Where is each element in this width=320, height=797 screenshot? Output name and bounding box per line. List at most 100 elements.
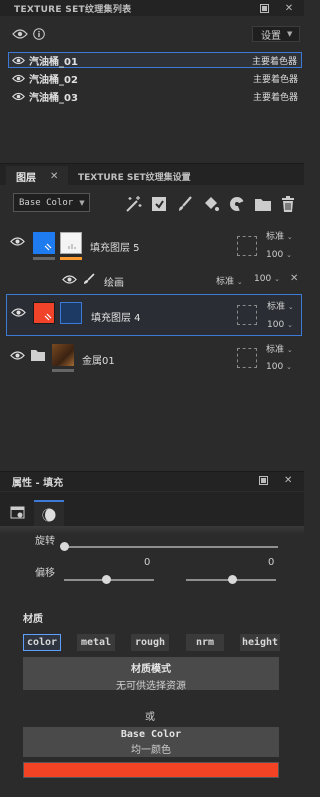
texture-set-item[interactable]: 汽油桶_03 主要着色器 [8,88,302,104]
tab-texture-set-settings[interactable]: TEXTURE SET纹理集设置 [70,166,191,186]
layer-name: 填充图层 4 [91,313,141,324]
layer-name: 填充图层 5 [90,243,140,254]
layer-thumbnail[interactable] [33,232,55,254]
settings-dropdown[interactable]: 设置 ▼ [252,26,300,42]
chevron-down-icon: ⌄ [274,275,280,283]
material-metal-label: metal [80,637,112,648]
channel-select[interactable]: Base Color ▼ [13,193,90,212]
tab-layers-label: 图层 [16,172,36,184]
fill-bucket-icon[interactable] [202,195,220,213]
texture-set-item[interactable]: 汽油桶_02 主要着色器 [8,70,302,86]
material-mode-button[interactable]: 材质模式 无可供选择资源 [23,657,279,692]
layer-row-folder[interactable]: 金属01 标准 ⌄ 100 ⌄ [0,340,304,380]
base-color-swatch[interactable] [23,762,279,778]
rotation-slider[interactable] [64,546,278,548]
base-color-sub: 均一颜色 [131,745,171,756]
offset-x-value[interactable]: 0 [144,557,150,568]
eye-icon[interactable] [10,236,25,247]
chevron-down-icon: ⌄ [287,303,294,311]
blend-mode-value: 标准 [266,345,285,355]
chevron-down-icon: ⌄ [286,363,292,371]
layer-mask-placeholder[interactable] [237,305,257,325]
eye-icon[interactable] [11,307,26,318]
texture-set-name: 汽油桶_03 [29,92,78,104]
chevron-down-icon: ⌄ [236,278,243,286]
material-color-button[interactable]: color [23,634,61,651]
float-panel-icon[interactable] [259,3,269,13]
layer-row-fill5[interactable]: 填充图层 5 标准 ⌄ 100 ⌄ [0,226,304,266]
mask-thumb-underline [60,257,82,260]
material-height-button[interactable]: height [240,634,280,651]
add-effect-icon[interactable] [124,195,142,213]
chevron-down-icon: ▼ [79,198,85,207]
blend-mode[interactable]: 标准 ⌄ [266,342,293,355]
texture-set-shader: 主要着色器 [251,56,297,67]
properties-tab-bar [0,492,304,526]
rotation-slider-knob[interactable] [60,542,69,551]
opacity[interactable]: 100 ⌄ [266,250,292,260]
add-mask-icon[interactable] [150,195,168,213]
layer-thumbnail[interactable] [52,344,74,366]
offset-y-slider-knob[interactable] [228,575,237,584]
chevron-down-icon: ▼ [287,30,293,38]
smart-material-icon[interactable] [228,195,246,213]
blend-mode-value: 标准 [216,277,235,287]
opacity-value: 100 [266,250,284,260]
layer-row-fill4[interactable]: 填充图层 4 标准 ⌄ 100 ⌄ [6,294,302,336]
blend-mode[interactable]: 标准 ⌄ [267,299,294,312]
layer-row-paint[interactable]: 绘画 标准 ⌄ 100 ⌄ ✕ [0,270,304,290]
opacity[interactable]: 100 ⌄ [254,274,280,284]
rotation-label: 旋转 [35,536,55,547]
chevron-down-icon: ⌄ [287,321,293,329]
layer-thumbnail[interactable] [33,302,55,324]
settings-dropdown-label: 设置 [261,30,281,42]
texture-set-name: 汽油桶_02 [29,74,78,86]
brush-icon [83,273,95,285]
tab-layer-settings[interactable] [10,506,26,520]
blend-mode[interactable]: 标准 ⌄ [266,229,293,242]
close-panel-icon[interactable]: ✕ [284,475,292,486]
mask-thumbnail[interactable] [60,232,82,254]
opacity-value: 100 [267,320,285,330]
add-folder-icon[interactable] [254,195,272,213]
eye-icon[interactable] [12,92,25,101]
close-tab-icon[interactable]: ✕ [50,171,58,182]
offset-y-value[interactable]: 0 [268,557,274,568]
offset-x-slider-knob[interactable] [102,575,111,584]
layer-mask-placeholder[interactable] [237,236,257,256]
eye-icon[interactable] [10,350,25,361]
layer-mask-placeholder[interactable] [237,348,257,368]
chevron-down-icon: ⌄ [286,251,292,259]
layer-name: 绘画 [104,278,124,289]
eye-icon[interactable] [12,56,25,65]
material-color-label: color [26,637,58,648]
tab-fill-properties[interactable] [34,500,64,526]
remove-effect-icon[interactable]: ✕ [290,273,298,284]
paint-brush-icon[interactable] [176,195,194,213]
texture-set-item[interactable]: 汽油桶_01 主要着色器 [8,52,302,68]
opacity[interactable]: 100 ⌄ [267,320,293,330]
info-icon[interactable] [33,28,45,40]
folder-icon[interactable] [30,348,46,362]
texture-set-shader: 主要着色器 [252,92,298,103]
eye-icon[interactable] [62,274,77,285]
opacity[interactable]: 100 ⌄ [266,362,292,372]
material-metal-button[interactable]: metal [77,634,115,651]
trash-icon[interactable] [280,195,296,213]
material-mode-title: 材质模式 [131,664,171,675]
layers-tab-bar: 图层 ✕ TEXTURE SET纹理集设置 [0,163,304,186]
mask-thumbnail[interactable] [60,302,82,324]
material-nrm-button[interactable]: nrm [186,634,224,651]
opacity-value: 100 [254,274,272,284]
material-rough-button[interactable]: rough [131,634,169,651]
material-sphere-icon [41,507,57,523]
float-panel-icon[interactable] [259,476,268,485]
visibility-toggle-icon[interactable] [12,28,28,40]
blend-mode[interactable]: 标准 ⌄ [216,274,243,287]
tab-layers[interactable]: 图层 ✕ [6,166,68,186]
base-color-button[interactable]: Base Color 均一颜色 [23,727,279,757]
channel-select-value: Base Color [19,197,74,208]
close-panel-icon[interactable]: ✕ [284,3,294,14]
material-height-label: height [241,637,279,648]
eye-icon[interactable] [12,74,25,83]
